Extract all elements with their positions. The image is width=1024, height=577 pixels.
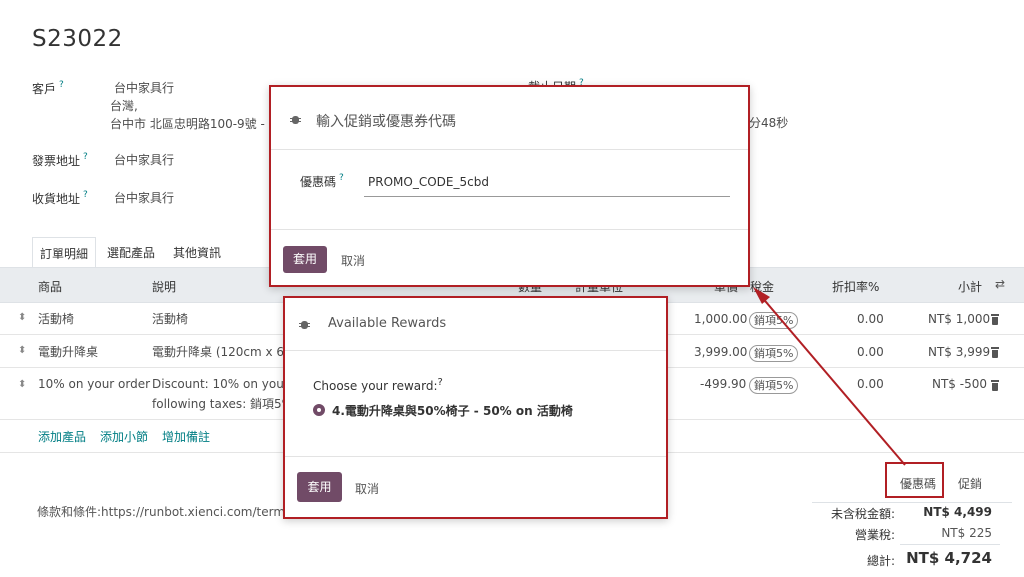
annotation-arrow	[753, 287, 906, 466]
